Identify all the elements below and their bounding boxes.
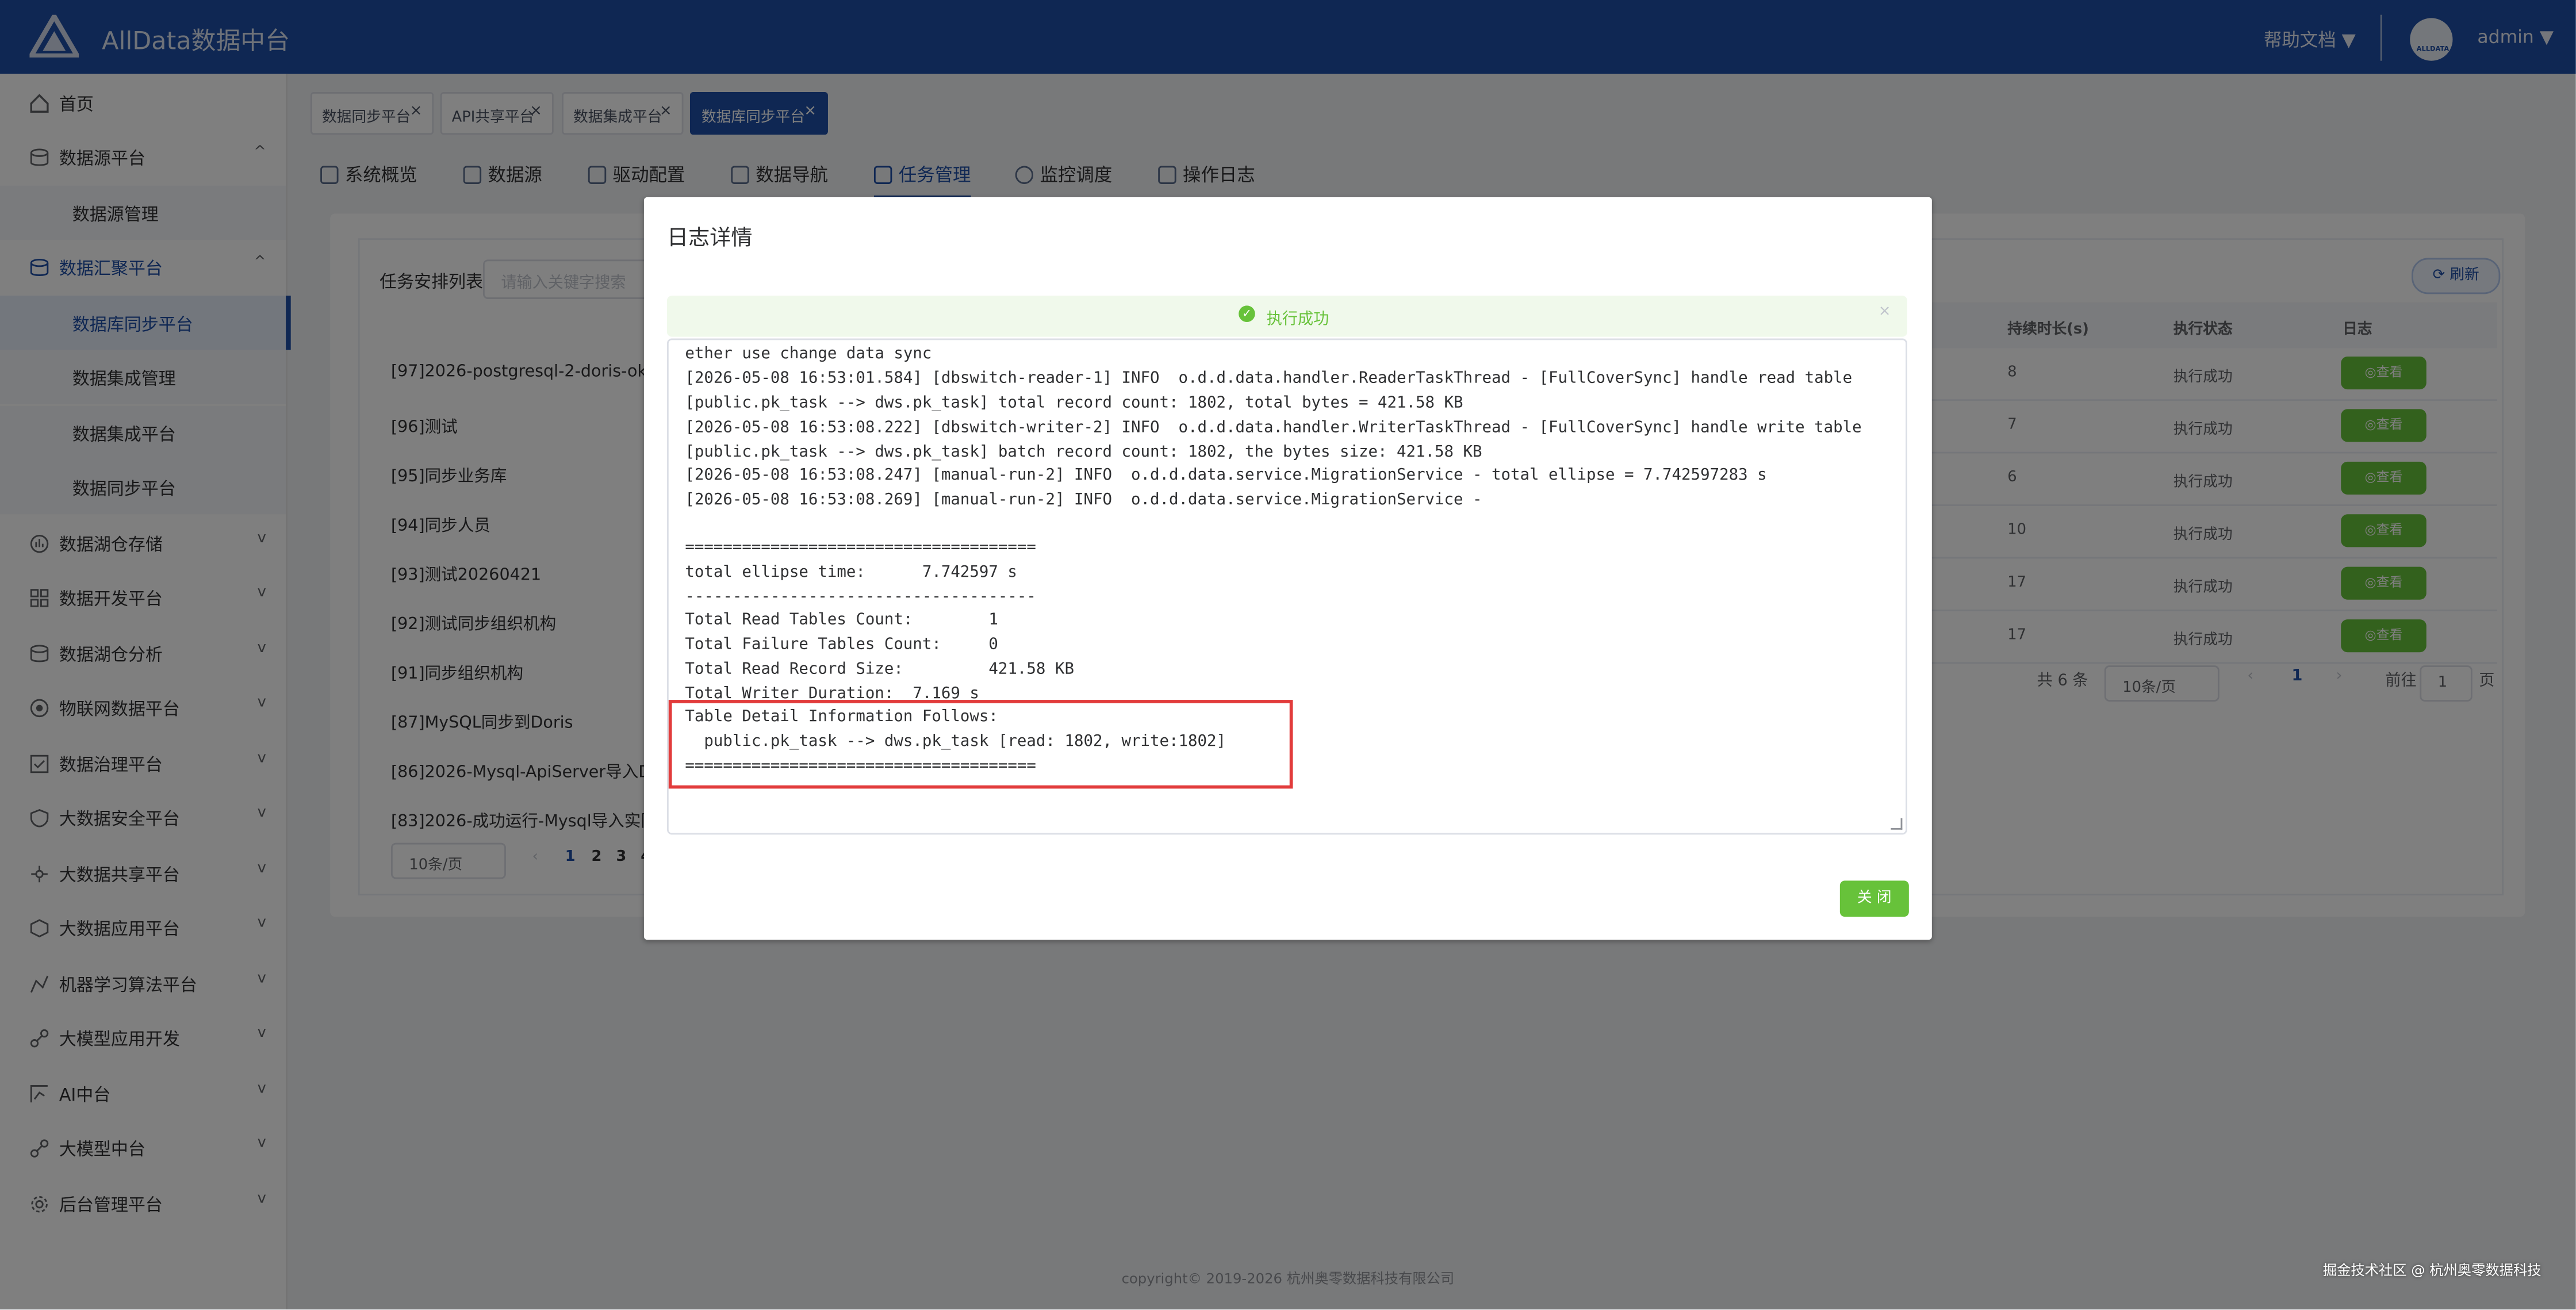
check-circle-icon: ✓ [1239,305,1255,322]
success-alert: ✓ 执行成功 × [666,296,1907,337]
log-line: [2026-05-08 16:53:08.269] [manual-run-2]… [685,491,1482,510]
highlight-box [668,700,1293,789]
watermark: 掘金技术社区 @ 杭州奥零数据科技 [2322,1263,2542,1280]
alert-text: 执行成功 [1266,310,1329,329]
resize-handle[interactable] [1891,818,1903,830]
close-icon[interactable]: × [1879,304,1891,321]
log-line: ===================================== [685,539,1036,557]
log-line: [2026-05-08 16:53:01.584] [dbswitch-read… [685,369,1853,388]
log-line: Total Read Record Size: 421.58 KB [685,660,1074,679]
log-line: [public.pk_task --> dws.pk_task] total r… [685,394,1463,413]
close-button[interactable]: 关 闭 [1839,880,1909,917]
log-line: ------------------------------------- [685,588,1036,607]
log-line: [public.pk_task --> dws.pk_task] batch r… [685,443,1482,462]
log-line: Total Read Tables Count: 1 [685,611,998,630]
log-line: Total Failure Tables Count: 0 [685,635,998,654]
dialog-title: 日志详情 [666,227,753,252]
app-root: AllData数据中台 帮助文档 ▼ ALLDATA admin ▼ 首页 数据… [0,0,2576,1310]
log-detail-dialog: 日志详情 ✓ 执行成功 × ether use change data sync… [643,197,1932,940]
log-line: [2026-05-08 16:53:08.222] [dbswitch-writ… [685,419,1862,437]
log-line: total ellipse time: 7.742597 s [685,563,1017,582]
log-line: ether use change data sync [685,344,932,363]
log-line: [2026-05-08 16:53:08.247] [manual-run-2]… [685,466,1767,485]
